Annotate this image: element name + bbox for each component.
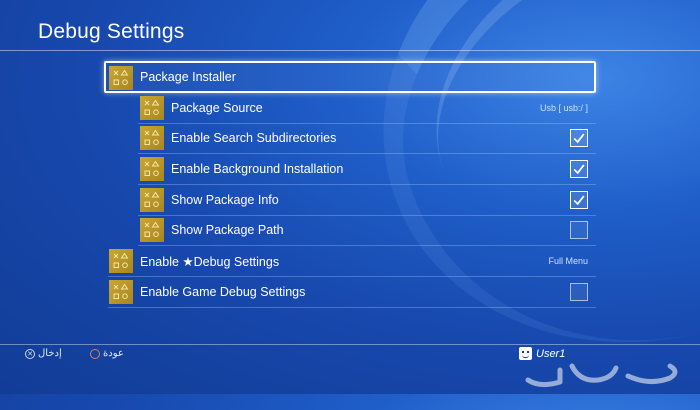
cross-button-icon: ✕ [25, 348, 35, 359]
settings-item-enable-background-installation[interactable]: Enable Background Installation [138, 154, 596, 185]
settings-item-label: Enable Game Debug Settings [140, 285, 306, 299]
title-divider [0, 50, 700, 51]
settings-item-label: Package Source [171, 101, 263, 115]
settings-item-label: Enable Search Subdirectories [171, 131, 337, 145]
settings-item-label: Package Installer [140, 70, 236, 84]
playstation-shapes-icon [140, 157, 164, 181]
playstation-shapes-icon [109, 280, 133, 304]
playstation-shapes-icon [109, 249, 133, 273]
haraj-watermark-logo [525, 363, 678, 388]
background-installation-checkbox[interactable] [570, 160, 588, 178]
settings-item-label: Enable Background Installation [171, 162, 344, 176]
back-hint[interactable]: عودة [90, 348, 124, 359]
settings-item-show-package-path[interactable]: Show Package Path [138, 215, 596, 246]
checkmark-icon [573, 195, 585, 206]
back-hint-label: عودة [103, 348, 124, 359]
checkmark-icon [573, 133, 585, 144]
circle-button-icon [90, 348, 100, 359]
settings-item-show-package-info[interactable]: Show Package Info [138, 185, 596, 216]
package-source-value: Usb [ usb:/ ] [539, 103, 588, 113]
enter-hint[interactable]: ✕ إدخال [25, 348, 62, 359]
show-package-path-checkbox[interactable] [570, 221, 588, 239]
settings-item-enable-game-debug-settings[interactable]: Enable Game Debug Settings [108, 277, 596, 308]
settings-item-label: Show Package Info [171, 193, 279, 207]
settings-item-label: Enable ★Debug Settings [140, 254, 280, 269]
page-title: Debug Settings [38, 20, 185, 43]
playstation-shapes-icon [140, 188, 164, 212]
search-subdirectories-checkbox[interactable] [570, 129, 588, 147]
settings-item-package-source[interactable]: Package Source Usb [ usb:/ ] [138, 93, 596, 124]
checkmark-icon [573, 164, 585, 175]
playstation-shapes-icon [140, 96, 164, 120]
settings-item-enable-debug-settings[interactable]: Enable ★Debug Settings Full Menu [108, 246, 596, 277]
settings-item-package-installer[interactable]: Package Installer [104, 61, 596, 93]
settings-item-label: Show Package Path [171, 223, 284, 237]
game-debug-settings-checkbox[interactable] [570, 283, 588, 301]
settings-item-enable-search-subdirectories[interactable]: Enable Search Subdirectories [138, 123, 596, 154]
playstation-shapes-icon [140, 218, 164, 242]
playstation-shapes-icon [109, 66, 133, 90]
debug-settings-value: Full Menu [548, 256, 588, 266]
playstation-shapes-icon [140, 126, 164, 150]
enter-hint-label: إدخال [38, 348, 62, 359]
show-package-info-checkbox[interactable] [570, 191, 588, 209]
footer-divider [0, 344, 700, 345]
